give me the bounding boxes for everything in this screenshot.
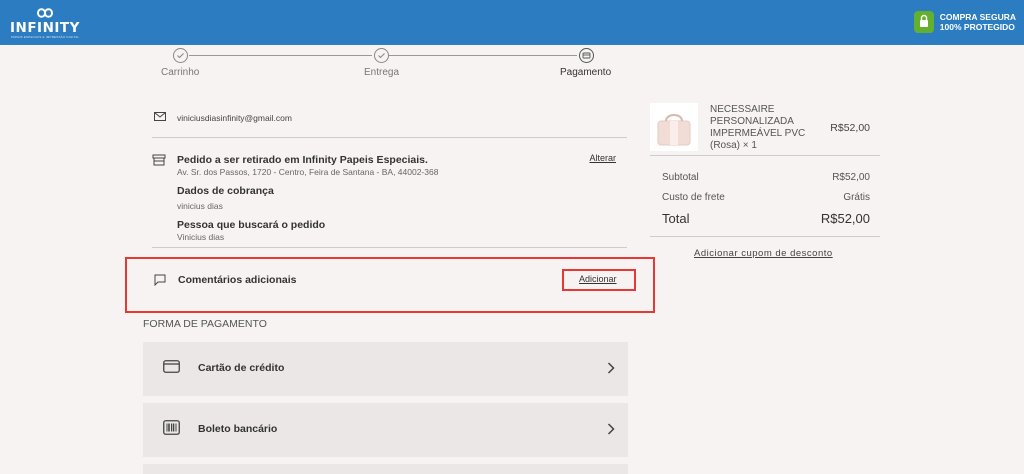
store-icon xyxy=(152,154,166,166)
payment-section-title: FORMA DE PAGAMENTO xyxy=(143,318,267,330)
infinity-logo-mark xyxy=(36,8,54,18)
comments-label: Comentários adicionais xyxy=(178,274,297,286)
subtotal-value: R$52,00 xyxy=(832,172,870,183)
step-label-carrinho[interactable]: Carrinho xyxy=(161,67,199,78)
product-name: NECESSAIRE PERSONALIZADA IMPERMEÁVEL PVC… xyxy=(710,104,806,151)
step-carrinho-check-icon[interactable] xyxy=(173,48,188,63)
pickup-person-name: Vinicius dias xyxy=(177,232,225,242)
total-value: R$52,00 xyxy=(820,211,870,226)
step-label-entrega[interactable]: Entrega xyxy=(364,67,399,78)
step-connector xyxy=(189,55,372,56)
shipping-value: Grátis xyxy=(843,192,870,203)
pickup-section: Pedido a ser retirado em Infinity Papeis… xyxy=(152,148,627,248)
logo-text: INFINITY xyxy=(10,20,80,36)
credit-card-icon xyxy=(163,360,180,373)
add-coupon-link[interactable]: Adicionar cupom de desconto xyxy=(694,248,833,259)
checkout-stepper: Carrinho Entrega Pagamento xyxy=(155,47,615,82)
mail-icon xyxy=(154,112,166,121)
total-label: Total xyxy=(662,211,690,226)
barcode-icon xyxy=(163,420,180,435)
infinity-logo[interactable]: INFINITY PAPEIS ESPECIAIS E IMPRESSÃO DI… xyxy=(10,7,80,39)
payment-method-credit-card[interactable]: Cartão de crédito xyxy=(143,342,628,396)
payment-method-boleto[interactable]: Boleto bancário xyxy=(143,403,628,457)
additional-comments-row: Comentários adicionais Adicionar xyxy=(125,257,655,313)
secure-purchase-badge: COMPRA SEGURA 100% PROTEGIDO xyxy=(913,10,1016,34)
chevron-right-icon xyxy=(607,423,615,435)
payment-method-more[interactable] xyxy=(143,464,628,474)
cart-product: NECESSAIRE PERSONALIZADA IMPERMEÁVEL PVC… xyxy=(650,100,880,156)
customer-email: viniciusdiasinfinity@gmail.com xyxy=(177,113,292,123)
pickup-address: Av. Sr. dos Passos, 1720 - Centro, Feira… xyxy=(177,167,439,177)
product-image xyxy=(650,103,698,151)
credit-card-label: Cartão de crédito xyxy=(198,362,285,374)
subtotal-label: Subtotal xyxy=(662,172,699,183)
billing-name: vinicius dias xyxy=(177,201,223,211)
chevron-right-icon xyxy=(607,362,615,374)
logo-subtitle: PAPEIS ESPECIAIS E IMPRESSÃO DIGITAL xyxy=(11,35,80,39)
step-label-pagamento: Pagamento xyxy=(560,67,612,78)
product-price: R$52,00 xyxy=(830,122,870,134)
comment-icon xyxy=(154,274,166,286)
add-comment-link[interactable]: Adicionar xyxy=(579,274,617,284)
pickup-person-title: Pessoa que buscará o pedido xyxy=(177,219,326,231)
boleto-label: Boleto bancário xyxy=(198,423,278,435)
cart-totals: Subtotal R$52,00 Custo de frete Grátis T… xyxy=(650,165,880,237)
secure-line-1: COMPRA SEGURA xyxy=(939,12,1016,22)
billing-title: Dados de cobrança xyxy=(177,185,274,197)
step-connector xyxy=(389,55,577,56)
top-bar: INFINITY PAPEIS ESPECIAIS E IMPRESSÃO DI… xyxy=(0,0,1024,45)
pickup-title: Pedido a ser retirado em Infinity Papeis… xyxy=(177,154,428,166)
shield-lock-icon xyxy=(913,11,934,33)
adicionar-highlight: Adicionar xyxy=(562,269,636,291)
shipping-label: Custo de frete xyxy=(662,192,725,203)
alterar-link[interactable]: Alterar xyxy=(589,153,616,163)
email-row: viniciusdiasinfinity@gmail.com xyxy=(152,108,627,138)
step-pagamento-card-icon xyxy=(579,48,594,63)
secure-line-2: 100% PROTEGIDO xyxy=(939,22,1015,32)
step-entrega-check-icon[interactable] xyxy=(374,48,389,63)
